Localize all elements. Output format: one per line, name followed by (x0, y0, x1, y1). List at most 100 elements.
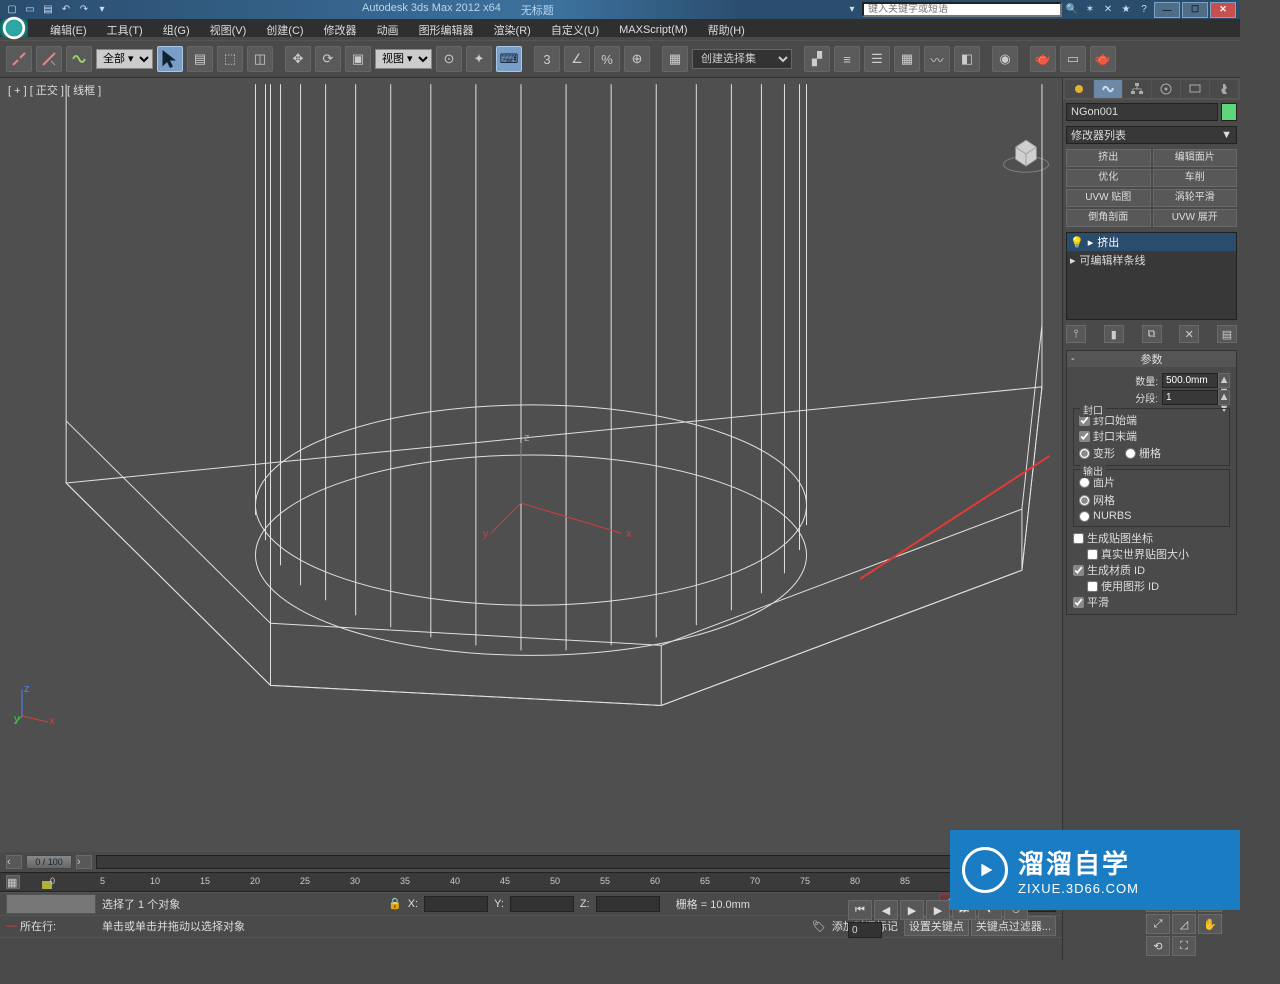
mod-lathe-btn[interactable]: 车削 (1153, 169, 1238, 187)
pan-icon[interactable]: ✋ (1198, 914, 1222, 934)
search-icon[interactable]: 🔍 (1064, 2, 1080, 18)
trackbar-toggle-icon[interactable]: ▦ (6, 875, 20, 889)
qat-save-icon[interactable]: ▤ (40, 2, 56, 18)
unlink-icon[interactable] (36, 46, 62, 72)
out-mesh-radio[interactable]: 网格 (1079, 492, 1115, 508)
star-icon[interactable]: ★ (1118, 2, 1134, 18)
current-frame-input[interactable] (848, 922, 882, 938)
menu-render[interactable]: 渲染(R) (484, 21, 541, 39)
render-icon[interactable]: 🫖 (1090, 46, 1116, 72)
menu-tools[interactable]: 工具(T) (97, 21, 153, 39)
zoom-extents-all-icon[interactable]: ⤢ (1146, 914, 1170, 934)
smooth-checkbox[interactable]: 平滑 (1073, 594, 1230, 610)
time-ruler[interactable]: ▦ 05101520253035404550556065707580859095… (0, 872, 1062, 892)
infocenter-dd-icon[interactable]: ▾ (844, 2, 860, 18)
bulb-icon[interactable]: 💡 (1070, 236, 1084, 249)
make-unique-icon[interactable]: ⧉ (1142, 325, 1162, 343)
rollout-header[interactable]: 参数 (1067, 351, 1236, 367)
select-link-icon[interactable] (6, 46, 32, 72)
minimize-button[interactable]: — (1154, 2, 1180, 18)
ref-coord-dropdown[interactable]: 视图 ▾ (375, 49, 432, 69)
coord-x-input[interactable] (424, 896, 488, 912)
select-by-name-icon[interactable]: ▤ (187, 46, 213, 72)
help-icon[interactable]: ? (1136, 2, 1152, 18)
segments-input[interactable] (1162, 390, 1218, 405)
gen-matid-checkbox[interactable]: 生成材质 ID (1073, 562, 1230, 578)
keyboard-shortcut-icon[interactable]: ⌨ (496, 46, 522, 72)
select-manip-icon[interactable]: ✦ (466, 46, 492, 72)
cap-grid-radio[interactable]: 栅格 (1125, 445, 1161, 461)
mod-uvwunwrap-btn[interactable]: UVW 展开 (1153, 209, 1238, 227)
fov-icon[interactable]: ◿ (1172, 914, 1196, 934)
tab-modify-icon[interactable] (1094, 80, 1122, 98)
graphite-icon[interactable]: ▦ (894, 46, 920, 72)
time-slider-prev[interactable]: ‹ (6, 855, 22, 869)
viewport[interactable]: [ + ] [ 正交 ] [ 线框 ] x y (0, 78, 1062, 852)
coord-y-input[interactable] (510, 896, 574, 912)
mirror-icon[interactable]: ▞ (804, 46, 830, 72)
object-color-swatch[interactable] (1221, 103, 1237, 121)
mod-turbosmooth-btn[interactable]: 涡轮平滑 (1153, 189, 1238, 207)
tab-display-icon[interactable] (1181, 80, 1209, 98)
real-world-checkbox[interactable]: 真实世界贴图大小 (1087, 546, 1230, 562)
pin-stack-icon[interactable]: ⫯ (1066, 325, 1086, 343)
qat-undo-icon[interactable]: ↶ (58, 2, 74, 18)
layers-icon[interactable]: ☰ (864, 46, 890, 72)
render-setup-icon[interactable]: 🫖 (1030, 46, 1056, 72)
script-listener[interactable] (6, 894, 96, 914)
scale-tool-icon[interactable]: ▣ (345, 46, 371, 72)
mod-extrude-btn[interactable]: 挤出 (1066, 149, 1151, 167)
align-icon[interactable]: ≡ (834, 46, 860, 72)
pivot-center-icon[interactable]: ⊙ (436, 46, 462, 72)
selection-filter-dropdown[interactable]: 全部 ▾ (96, 49, 153, 69)
time-slider-next[interactable]: › (76, 855, 92, 869)
time-tag-icon[interactable]: 🏷 (812, 920, 826, 933)
cap-morph-radio[interactable]: 变形 (1079, 445, 1115, 461)
menu-help[interactable]: 帮助(H) (698, 21, 755, 39)
modifier-list-dropdown[interactable]: 修改器列表▼ (1066, 126, 1237, 144)
remove-mod-icon[interactable]: ✕ (1179, 325, 1199, 343)
next-frame-icon[interactable]: ▶ (926, 900, 950, 920)
object-name-input[interactable] (1066, 103, 1218, 121)
percent-snap-icon[interactable]: % (594, 46, 620, 72)
app-menu-icon[interactable] (0, 19, 28, 37)
menu-edit[interactable]: 编辑(E) (40, 21, 97, 39)
menu-group[interactable]: 组(G) (153, 21, 200, 39)
lock-icon[interactable]: 🔒 (388, 897, 402, 910)
curve-editor-icon[interactable]: 〰 (924, 46, 950, 72)
key-icon[interactable]: ✶ (1082, 2, 1098, 18)
snap-3d-icon[interactable]: 3 (534, 46, 560, 72)
select-tool-icon[interactable] (157, 46, 183, 72)
tab-motion-icon[interactable] (1152, 80, 1180, 98)
bind-space-warp-icon[interactable] (66, 46, 92, 72)
mod-editpatch-btn[interactable]: 编辑面片 (1153, 149, 1238, 167)
configure-sets-icon[interactable]: ▤ (1217, 325, 1237, 343)
menu-modifiers[interactable]: 修改器 (314, 21, 367, 39)
time-slider-track[interactable] (96, 855, 1056, 869)
qat-more-icon[interactable]: ▾ (94, 2, 110, 18)
angle-snap-icon[interactable]: ∠ (564, 46, 590, 72)
segments-spinner[interactable]: ▲▼ (1218, 390, 1230, 405)
amount-input[interactable] (1162, 373, 1218, 388)
amount-spinner[interactable]: ▲▼ (1218, 373, 1230, 388)
menu-create[interactable]: 创建(C) (256, 21, 313, 39)
material-editor-icon[interactable]: ◉ (992, 46, 1018, 72)
gen-map-checkbox[interactable]: 生成贴图坐标 (1073, 530, 1230, 546)
named-selection-dropdown[interactable]: 创建选择集 (692, 49, 792, 69)
menu-views[interactable]: 视图(V) (200, 21, 257, 39)
expand-icon[interactable]: ▸ (1070, 254, 1076, 267)
edit-named-sel-icon[interactable]: ▦ (662, 46, 688, 72)
menu-customize[interactable]: 自定义(U) (541, 21, 609, 39)
rotate-tool-icon[interactable]: ⟳ (315, 46, 341, 72)
show-end-icon[interactable]: ▮ (1104, 325, 1124, 343)
maximize-button[interactable]: ☐ (1182, 2, 1208, 18)
exchange-icon[interactable]: ✕ (1100, 2, 1116, 18)
mod-uvwmap-btn[interactable]: UVW 贴图 (1066, 189, 1151, 207)
render-frame-icon[interactable]: ▭ (1060, 46, 1086, 72)
menu-animation[interactable]: 动画 (367, 21, 409, 39)
play-icon[interactable]: ▶ (900, 900, 924, 920)
goto-start-icon[interactable]: ⏮ (848, 900, 872, 920)
time-slider-thumb[interactable]: 0 / 100 (26, 855, 72, 869)
search-input[interactable] (862, 2, 1062, 17)
cap-end-checkbox[interactable]: 封口末端 (1079, 428, 1224, 444)
